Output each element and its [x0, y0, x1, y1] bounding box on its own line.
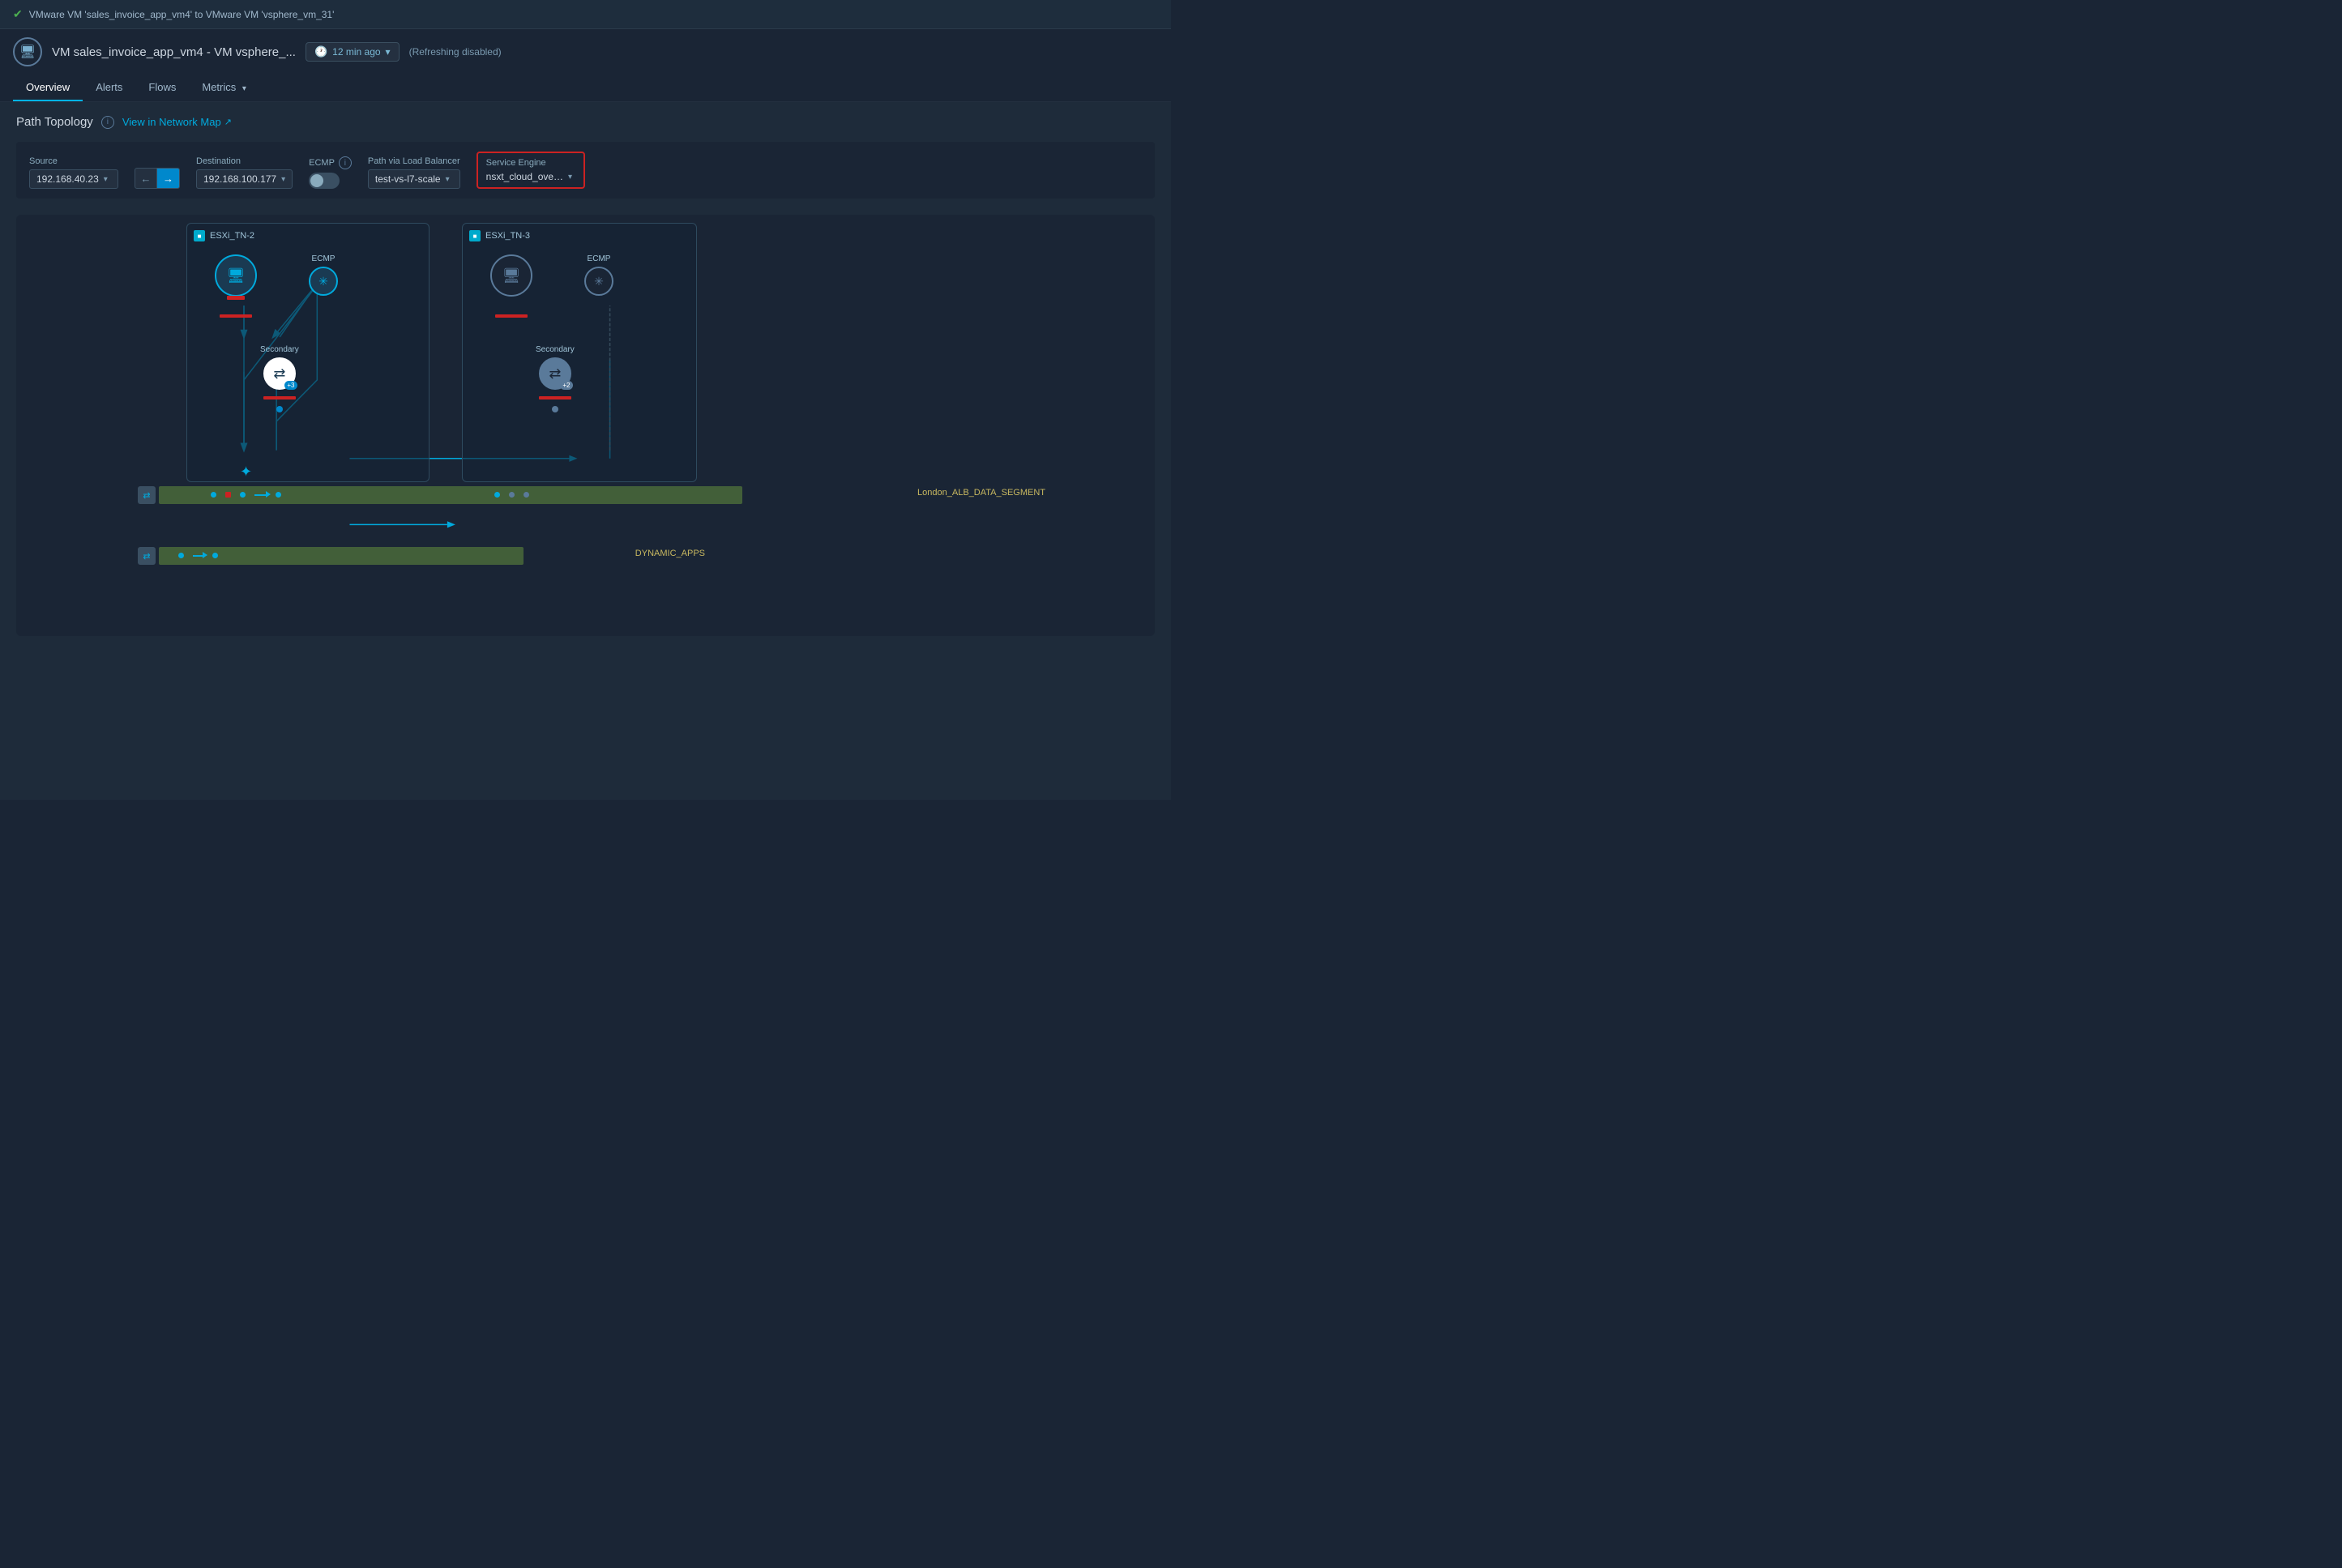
- time-dropdown-icon: ▾: [386, 46, 391, 58]
- topology-diagram: ■ ESXi_TN-2 🖥 ECMP ✳ Secondary: [16, 215, 1155, 636]
- nav-tabs: Overview Alerts Flows Metrics ▾: [13, 75, 1158, 101]
- ecmp-toggle[interactable]: [309, 173, 340, 189]
- esxi-tn3-container: ■ ESXi_TN-3 🖥 ECMP ✳ Secondary: [462, 223, 697, 482]
- notification-bar: ✔ VMware VM 'sales_invoice_app_vm4' to V…: [0, 0, 1171, 29]
- alb-port-1: [211, 492, 216, 498]
- path-via-lb-label: Path via Load Balancer: [368, 156, 460, 166]
- secondary-label-1: Secondary: [260, 345, 299, 354]
- esxi-tn2-label: ■ ESXi_TN-2: [194, 230, 422, 241]
- service-engine-label: Service Engine: [486, 158, 575, 168]
- esxi-tn2-icon: ■: [194, 230, 205, 241]
- alb-segment: ⇄ London_ALB_DATA_SEGMENT: [138, 486, 770, 504]
- view-network-map-link[interactable]: View in Network Map ↗: [122, 116, 232, 128]
- dyn-arrow: [203, 552, 207, 558]
- page-title: VM sales_invoice_app_vm4 - VM vsphere_..…: [52, 45, 296, 59]
- ecmp-node-2: ECMP ✳: [584, 254, 613, 296]
- refreshing-status: (Refreshing disabled): [409, 46, 502, 58]
- alb-segment-icon: ⇄: [138, 486, 156, 504]
- path-via-lb-select[interactable]: test-vs-l7-scale ▾: [368, 169, 460, 189]
- esxi-tn2-container: ■ ESXi_TN-2 🖥 ECMP ✳ Secondary: [186, 223, 430, 482]
- direction-buttons: ← →: [135, 168, 180, 189]
- secondary-node-2: Secondary ⇄ +2: [536, 345, 575, 412]
- ecmp-label-1: ECMP: [312, 254, 335, 263]
- secondary-badge-2: +2: [560, 381, 573, 390]
- tab-overview[interactable]: Overview: [13, 75, 83, 101]
- source-select[interactable]: 192.168.40.23 ▾: [29, 169, 118, 189]
- esxi-tn3-label: ■ ESXi_TN-3: [469, 230, 690, 241]
- ecmp-icon-1: ✳: [318, 275, 328, 288]
- ecmp-node-1: ECMP ✳: [309, 254, 338, 296]
- path-topology-header: Path Topology i View in Network Map ↗: [16, 115, 1155, 129]
- time-ago-value: 12 min ago: [332, 46, 380, 58]
- dynamic-segment-icon: ⇄: [138, 547, 156, 565]
- tab-metrics[interactable]: Metrics ▾: [189, 75, 259, 101]
- dyn-port-1: [178, 553, 184, 558]
- vm-node-1-icon: 🖥: [227, 267, 246, 284]
- star-node: ✦: [240, 464, 253, 477]
- vm-node-1-red-bar: [227, 296, 245, 300]
- ecmp-circle-2: ✳: [584, 267, 613, 296]
- alb-port-6: [509, 492, 515, 498]
- ecmp-label-2: ECMP: [588, 254, 611, 263]
- page-header: 🖥 VM sales_invoice_app_vm4 - VM vsphere_…: [0, 29, 1171, 102]
- tab-alerts[interactable]: Alerts: [83, 75, 135, 101]
- secondary-circle-1: ⇄ +3: [263, 357, 296, 390]
- alb-port-4: [276, 492, 281, 498]
- esxi-tn3-icon: ■: [469, 230, 481, 241]
- destination-control: Destination 192.168.100.177 ▾: [196, 156, 293, 189]
- ecmp-circle-1: ✳: [309, 267, 338, 296]
- path-topology-info-icon[interactable]: i: [101, 116, 114, 129]
- source-control: Source 192.168.40.23 ▾: [29, 156, 118, 189]
- lb-select-arrow: ▾: [446, 175, 450, 184]
- section-title: Path Topology: [16, 115, 93, 129]
- secondary-badge-1: +3: [284, 381, 297, 390]
- metrics-dropdown-arrow: ▾: [242, 84, 246, 93]
- dynamic-segment-label: DYNAMIC_APPS: [635, 549, 705, 558]
- alb-port-3: [240, 492, 246, 498]
- service-engine-select[interactable]: nsxt_cloud_ove… ▾: [486, 171, 575, 182]
- direction-right-button[interactable]: →: [157, 168, 180, 189]
- service-engine-control: Service Engine nsxt_cloud_ove… ▾: [477, 152, 585, 189]
- alb-port-2: [225, 492, 231, 498]
- vm-node-1: 🖥: [215, 254, 257, 297]
- time-badge[interactable]: 🕐 12 min ago ▾: [306, 42, 400, 62]
- vm-node-1-circle: 🖥: [215, 254, 257, 297]
- ecmp-icon-2: ✳: [594, 275, 604, 288]
- source-select-arrow: ▾: [104, 175, 108, 184]
- clock-icon: 🕐: [314, 45, 327, 58]
- se-select-arrow: ▾: [568, 173, 572, 182]
- alb-arrow: [254, 492, 271, 498]
- source-label: Source: [29, 156, 118, 166]
- alb-port-7: [524, 492, 529, 498]
- main-content: Path Topology i View in Network Map ↗ So…: [0, 102, 1171, 800]
- alb-segment-line: [159, 486, 742, 504]
- secondary-label-2: Secondary: [536, 345, 575, 354]
- tab-flows[interactable]: Flows: [135, 75, 189, 101]
- dyn-port-2: [212, 553, 218, 558]
- vm-node-2: 🖥: [490, 254, 532, 297]
- destination-select[interactable]: 192.168.100.177 ▾: [196, 169, 293, 189]
- ecmp-info-icon[interactable]: i: [339, 156, 352, 169]
- dynamic-segment: ⇄ DYNAMIC_APPS: [138, 547, 543, 565]
- direction-control: ← →: [135, 155, 180, 189]
- alb-port-5: [494, 492, 500, 498]
- vm-node-2-icon: 🖥: [502, 267, 521, 284]
- controls-row: Source 192.168.40.23 ▾ ← → Desti: [16, 142, 1155, 199]
- ecmp-label: ECMP: [309, 158, 335, 168]
- monitor-icon: 🖥: [19, 44, 36, 60]
- secondary-node-1: Secondary ⇄ +3: [260, 345, 299, 412]
- destination-label: Destination: [196, 156, 293, 166]
- alb-segment-label: London_ALB_DATA_SEGMENT: [917, 488, 1045, 498]
- direction-left-button[interactable]: ←: [135, 168, 157, 189]
- external-link-icon: ↗: [224, 117, 232, 127]
- ecmp-control: ECMP i: [309, 156, 352, 189]
- check-icon: ✔: [13, 7, 23, 21]
- notification-message: VMware VM 'sales_invoice_app_vm4' to VMw…: [29, 9, 335, 20]
- vm-node-2-circle: 🖥: [490, 254, 532, 297]
- vm-icon: 🖥: [13, 37, 42, 66]
- dest-select-arrow: ▾: [281, 175, 285, 184]
- secondary-circle-2: ⇄ +2: [539, 357, 571, 390]
- path-via-lb-control: Path via Load Balancer test-vs-l7-scale …: [368, 156, 460, 189]
